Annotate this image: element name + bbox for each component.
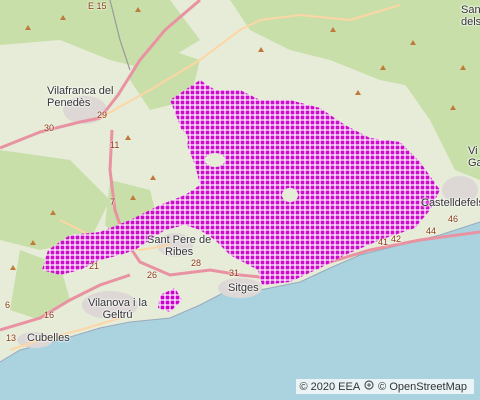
road-number: 26 <box>147 270 158 280</box>
openstreetmap-icon <box>364 380 374 393</box>
road-number: 21 <box>89 261 100 271</box>
eea-attribution[interactable]: © 2020 EEA <box>299 381 360 393</box>
road-number: 11 <box>110 140 120 150</box>
road-number: 13 <box>6 333 17 343</box>
road-number: 46 <box>448 214 459 224</box>
map-attribution: © 2020 EEA © OpenStreetMap <box>296 379 474 394</box>
osm-attribution-link[interactable]: © OpenStreetMap <box>378 381 467 393</box>
road-number: 44 <box>426 226 437 236</box>
road-number: 31 <box>229 268 240 278</box>
road-number: 30 <box>44 123 55 133</box>
place-label-sant-dels: Santdels <box>461 4 480 28</box>
place-label-vilanova: Vilanova i la Geltrú <box>88 297 148 321</box>
road-number: 29 <box>97 110 108 120</box>
place-label-cubelles: Cubelles <box>27 332 70 344</box>
place-label-gava: Vi Ga <box>468 145 480 169</box>
road-number: 16 <box>44 310 55 320</box>
road-number: 41 <box>378 237 389 247</box>
map-canvas[interactable]: Vilafranca del Penedès Sant Pere de Ribes … <box>0 0 480 400</box>
place-label-sant-pere: Sant Pere de Ribes <box>147 234 212 258</box>
place-label-castelldefels: Castelldefels <box>421 197 480 209</box>
road-number: 42 <box>391 234 402 244</box>
road-number: 6 <box>5 300 11 310</box>
road-number: E 15 <box>88 1 107 11</box>
map-base-layer <box>0 0 480 400</box>
road-number: 7 <box>110 197 116 207</box>
place-label-vilafranca: Vilafranca del Penedès <box>47 85 114 109</box>
road-number: 28 <box>191 258 202 268</box>
place-label-sitges: Sitges <box>228 282 259 294</box>
